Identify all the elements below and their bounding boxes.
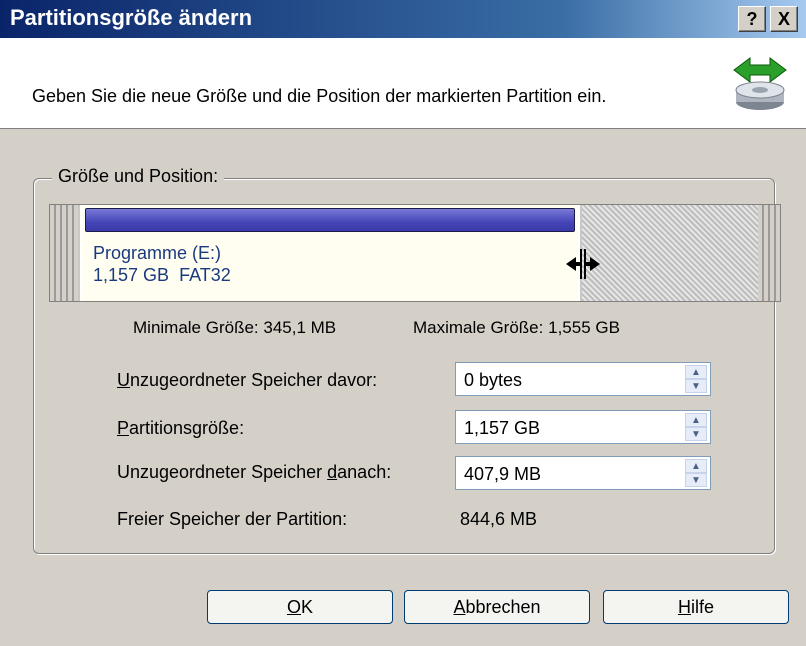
- after-label-post: anach:: [337, 462, 392, 482]
- resize-disk-icon: [733, 57, 787, 110]
- after-label-pre: Unzugeordneter Speicher: [117, 462, 328, 482]
- partition-block[interactable]: Programme (E:) 1,157 GB FAT32: [80, 205, 580, 301]
- size-label-accel: P: [117, 418, 130, 438]
- resize-handle-icon[interactable]: [564, 249, 602, 279]
- partition-label: Programme (E:) 1,157 GB FAT32: [93, 242, 231, 286]
- cancel-text: bbrechen: [465, 597, 541, 617]
- min-size-text: Minimale Größe: 345,1 MB: [133, 318, 336, 338]
- unallocated-before-field[interactable]: 0 bytes ▲ ▼: [455, 362, 711, 396]
- unallocated-space-block: [582, 205, 758, 301]
- title-bar[interactable]: Partitionsgröße ändern ? X: [0, 0, 806, 38]
- before-label-text: nzugeordneter Speicher davor:: [130, 370, 378, 390]
- before-label-accel: U: [117, 370, 130, 390]
- partition-map[interactable]: Programme (E:) 1,157 GB FAT32: [49, 204, 781, 302]
- resize-partition-dialog: Partitionsgröße ändern ? X Geben Sie die…: [0, 0, 806, 646]
- group-label: Größe und Position:: [52, 166, 225, 187]
- spin-up-icon[interactable]: ▲: [685, 413, 707, 427]
- spin-up-icon[interactable]: ▲: [685, 365, 707, 379]
- cancel-button[interactable]: Abbrechen: [404, 590, 590, 624]
- window-title: Partitionsgröße ändern: [10, 5, 253, 30]
- max-size-label: Maximale Größe:: [413, 318, 544, 337]
- instruction-text: Geben Sie die neue Größe und die Positio…: [32, 86, 607, 106]
- partition-size-spinner[interactable]: ▲ ▼: [685, 413, 707, 441]
- close-button[interactable]: X: [770, 6, 798, 32]
- min-size-value: 345,1 MB: [263, 318, 337, 337]
- after-label: Unzugeordneter Speicher danach:: [117, 462, 391, 483]
- help-accel: H: [677, 597, 691, 617]
- spin-down-icon[interactable]: ▼: [685, 379, 707, 393]
- partition-filesystem: FAT32: [179, 265, 231, 285]
- free-space-value: 844,6 MB: [460, 509, 538, 529]
- size-label: Partitionsgröße:: [117, 418, 244, 439]
- free-space-label: Freier Speicher der Partition:: [117, 509, 348, 529]
- unallocated-before-spinner[interactable]: ▲ ▼: [685, 365, 707, 393]
- max-size-text: Maximale Größe: 1,555 GB: [413, 318, 620, 338]
- partition-size-value: 1,157 GB: [464, 418, 541, 438]
- partition-size-field[interactable]: 1,157 GB ▲ ▼: [455, 410, 711, 444]
- header-panel: Geben Sie die neue Größe und die Positio…: [0, 38, 806, 129]
- partition-usage-bar: [85, 208, 575, 232]
- before-label: Unzugeordneter Speicher davor:: [117, 370, 377, 391]
- map-left-boundary: [50, 205, 78, 301]
- min-size-label: Minimale Größe:: [133, 318, 259, 337]
- help-button[interactable]: Hilfe: [603, 590, 789, 624]
- partition-size: 1,157 GB: [93, 265, 170, 285]
- ok-text: K: [301, 597, 314, 617]
- partition-size-fs: 1,157 GB FAT32: [93, 264, 231, 286]
- ok-button[interactable]: OK: [207, 590, 393, 624]
- size-label-text: artitionsgröße:: [129, 418, 245, 438]
- spin-up-icon[interactable]: ▲: [685, 459, 707, 473]
- spin-down-icon[interactable]: ▼: [685, 427, 707, 441]
- unallocated-after-spinner[interactable]: ▲ ▼: [685, 459, 707, 487]
- unallocated-after-field[interactable]: 407,9 MB ▲ ▼: [455, 456, 711, 490]
- spin-down-icon[interactable]: ▼: [685, 473, 707, 487]
- unallocated-before-value: 0 bytes: [464, 370, 523, 390]
- unallocated-after-value: 407,9 MB: [464, 464, 542, 484]
- map-right-boundary: [758, 205, 780, 301]
- after-label-accel: d: [327, 462, 338, 482]
- ok-accel: O: [286, 597, 301, 617]
- partition-name: Programme (E:): [93, 243, 222, 263]
- help-text: ilfe: [690, 597, 714, 617]
- help-title-button[interactable]: ?: [738, 6, 766, 32]
- max-size-value: 1,555 GB: [548, 318, 620, 337]
- cancel-accel: A: [453, 597, 466, 617]
